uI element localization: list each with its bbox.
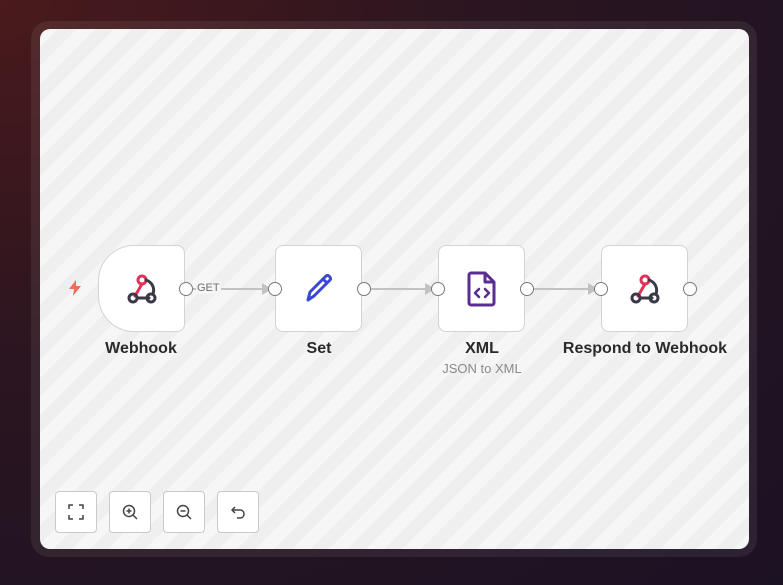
file-code-icon — [467, 271, 495, 306]
node-xml[interactable] — [438, 245, 525, 332]
pencil-icon — [306, 273, 332, 301]
node-respond-to-webhook[interactable] — [601, 245, 688, 332]
webhook-output-handle[interactable] — [179, 282, 193, 296]
zoom-in-button[interactable] — [109, 491, 151, 533]
lightning-bolt-icon — [69, 280, 81, 296]
respond-output-handle[interactable] — [683, 282, 697, 296]
node-label-respond-to-webhook: Respond to Webhook — [562, 340, 728, 357]
set-input-handle[interactable] — [268, 282, 282, 296]
node-subtitle-xml: JSON to XML — [442, 361, 522, 376]
webhook-icon — [127, 274, 156, 303]
fit-view-button[interactable] — [55, 491, 97, 533]
reset-zoom-button[interactable] — [217, 491, 259, 533]
xml-input-handle[interactable] — [431, 282, 445, 296]
set-output-handle[interactable] — [357, 282, 371, 296]
fullscreen-icon — [68, 504, 84, 520]
webhook-icon — [630, 274, 659, 303]
zoom-out-icon — [176, 504, 192, 520]
zoom-out-button[interactable] — [163, 491, 205, 533]
xml-output-handle[interactable] — [520, 282, 534, 296]
node-label-set: Set — [306, 340, 332, 357]
node-label-webhook: Webhook — [105, 340, 177, 357]
edge-label-get: GET — [196, 282, 221, 294]
node-set[interactable] — [275, 245, 362, 332]
respond-input-handle[interactable] — [594, 282, 608, 296]
undo-icon — [231, 506, 245, 519]
node-webhook[interactable] — [98, 245, 185, 332]
zoom-in-icon — [122, 504, 138, 520]
workflow-canvas[interactable]: GET Webhook Set XML JSON to XML Respond … — [40, 29, 749, 549]
node-label-xml: XML — [465, 340, 499, 357]
